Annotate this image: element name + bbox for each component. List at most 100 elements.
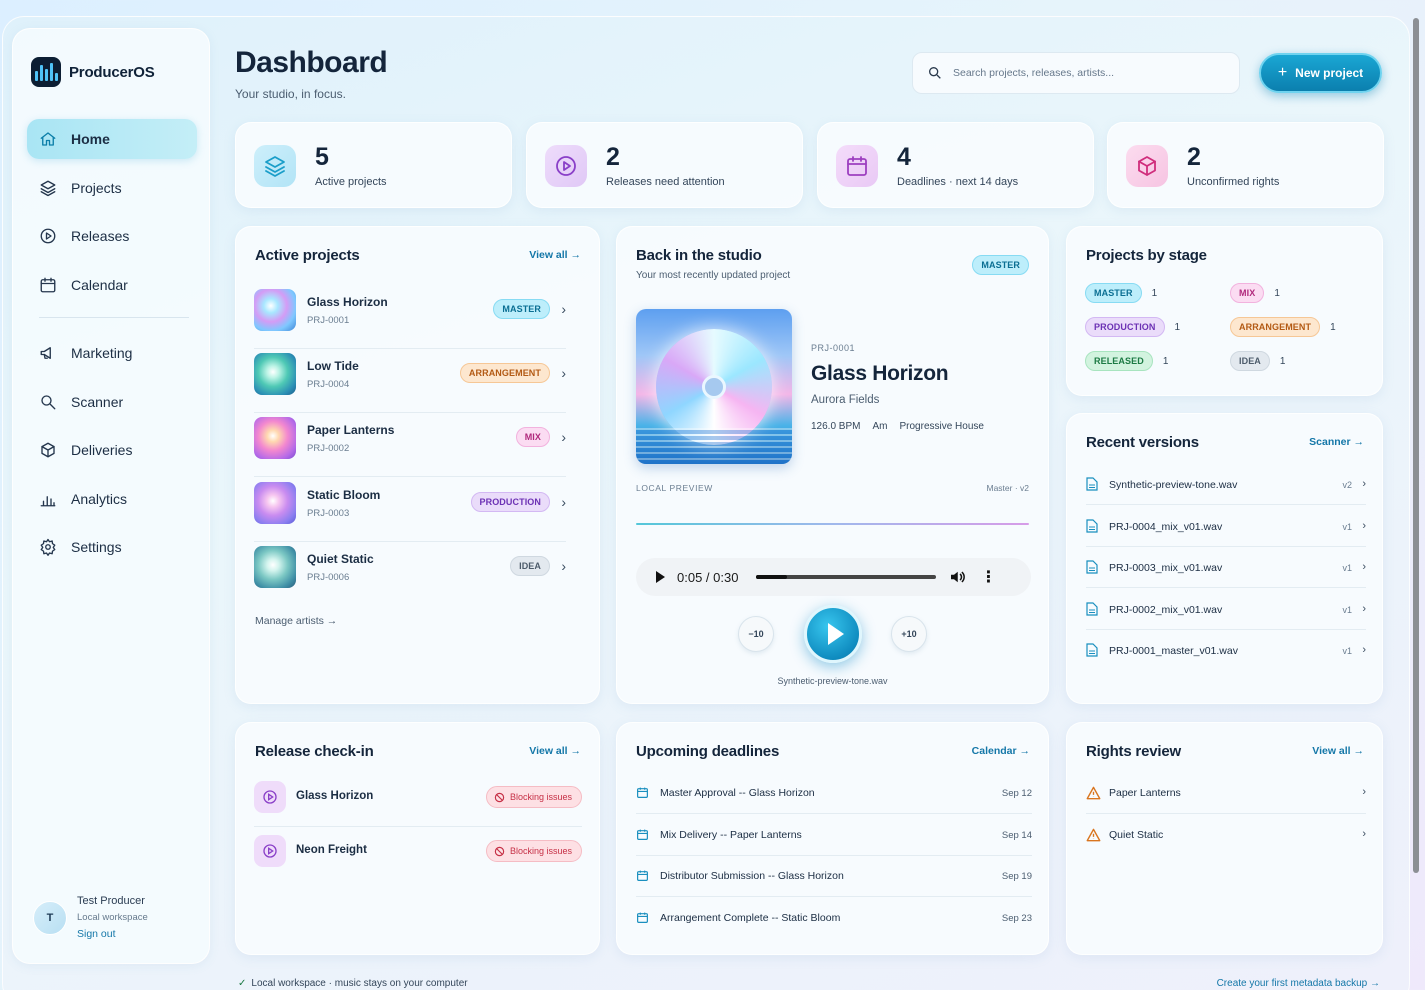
- stage-item[interactable]: PRODUCTION 1: [1085, 317, 1180, 337]
- gear-icon: [40, 538, 56, 556]
- stat-label: Deadlines · next 14 days: [897, 176, 1019, 188]
- card-title: Upcoming deadlines: [636, 743, 780, 760]
- project-row[interactable]: Quiet Static PRJ-0006 IDEA ›: [254, 542, 584, 606]
- scrollbar[interactable]: [1411, 16, 1421, 976]
- stage-item[interactable]: IDEA 1: [1230, 351, 1285, 371]
- manage-artists-link[interactable]: Manage artists →: [255, 615, 337, 627]
- skip-back-button[interactable]: −10: [738, 616, 774, 652]
- home-icon: [40, 132, 56, 146]
- rights-review-card: Rights review View all → Paper Lanterns ›…: [1066, 722, 1383, 955]
- sidebar-item-label: Scanner: [71, 394, 124, 410]
- calendar-link[interactable]: Calendar →: [972, 745, 1030, 757]
- project-row[interactable]: Static Bloom PRJ-0003 PRODUCTION ›: [254, 478, 584, 542]
- stage-item[interactable]: RELEASED 1: [1085, 351, 1168, 371]
- file-icon: [1086, 560, 1098, 574]
- deadline-row[interactable]: Master Approval -- Glass Horizon Sep 12: [636, 773, 1032, 814]
- sidebar: ProducerOS Home Projects Releases Calend…: [12, 28, 210, 964]
- sign-out-link[interactable]: Sign out: [77, 928, 148, 940]
- view-all-link[interactable]: View all →: [529, 745, 581, 757]
- sidebar-item-calendar[interactable]: Calendar: [27, 265, 197, 305]
- version-tag: v1: [1342, 521, 1352, 532]
- version-label: Master · v2: [986, 483, 1029, 493]
- sidebar-item-projects[interactable]: Projects: [27, 168, 197, 208]
- sidebar-item-scanner[interactable]: Scanner: [27, 382, 197, 422]
- play-icon[interactable]: [656, 571, 665, 583]
- version-file-name: PRJ-0004_mix_v01.wav: [1109, 520, 1223, 533]
- stat-card-releases[interactable]: 2 Releases need attention: [526, 122, 803, 208]
- file-icon: [1086, 643, 1098, 657]
- stat-card-rights[interactable]: 2 Unconfirmed rights: [1107, 122, 1384, 208]
- sidebar-item-marketing[interactable]: Marketing: [27, 333, 197, 373]
- rights-row[interactable]: Quiet Static ›: [1086, 815, 1366, 856]
- sidebar-item-releases[interactable]: Releases: [27, 216, 197, 256]
- sidebar-item-deliveries[interactable]: Deliveries: [27, 430, 197, 470]
- release-row[interactable]: Glass Horizon Blocking issues: [254, 773, 582, 827]
- version-file-name: Synthetic-preview-tone.wav: [1109, 479, 1238, 491]
- stage-count: 1: [1162, 355, 1169, 367]
- version-row[interactable]: Synthetic-preview-tone.wav v2 ›: [1086, 464, 1366, 505]
- stat-card-deadlines[interactable]: 4 Deadlines · next 14 days: [817, 122, 1094, 208]
- album-artwork: [636, 309, 792, 464]
- chevron-right-icon: ›: [561, 558, 566, 574]
- scanner-link[interactable]: Scanner →: [1309, 436, 1364, 448]
- skip-forward-button[interactable]: +10: [891, 616, 927, 652]
- deadline-name: Distributor Submission -- Glass Horizon: [660, 870, 844, 882]
- rights-row[interactable]: Paper Lanterns ›: [1086, 773, 1366, 814]
- version-row[interactable]: PRJ-0003_mix_v01.wav v1 ›: [1086, 547, 1366, 588]
- new-project-button[interactable]: + New project: [1259, 53, 1382, 93]
- play-circle-icon: [545, 145, 587, 187]
- file-icon: [1086, 518, 1098, 533]
- chevron-right-icon: ›: [561, 365, 566, 381]
- key: Am: [872, 421, 888, 432]
- stage-item[interactable]: ARRANGEMENT 1: [1230, 317, 1336, 337]
- sidebar-item-analytics[interactable]: Analytics: [27, 479, 197, 519]
- bpm: 126.0 BPM: [811, 421, 861, 432]
- deadline-row[interactable]: Distributor Submission -- Glass Horizon S…: [636, 856, 1032, 897]
- view-all-link[interactable]: View all →: [1312, 745, 1364, 757]
- search-input[interactable]: [953, 67, 1223, 79]
- project-name: Static Bloom: [307, 488, 381, 502]
- project-row[interactable]: Low Tide PRJ-0004 ARRANGEMENT ›: [254, 349, 584, 413]
- view-all-link[interactable]: View all →: [529, 249, 581, 261]
- page-subtitle: Your studio, in focus.: [235, 87, 346, 101]
- cube-icon: [1126, 145, 1168, 187]
- play-circle-icon: [40, 228, 56, 244]
- backup-link[interactable]: Create your first metadata backup →: [1217, 978, 1380, 989]
- chevron-right-icon: ›: [1362, 478, 1366, 490]
- release-row[interactable]: Neon Freight Blocking issues: [254, 827, 582, 881]
- avatar[interactable]: T: [33, 901, 67, 935]
- sidebar-item-label: Calendar: [71, 277, 128, 293]
- deadline-row[interactable]: Arrangement Complete -- Static Bloom Sep …: [636, 898, 1032, 939]
- version-row[interactable]: PRJ-0002_mix_v01.wav v1 ›: [1086, 589, 1366, 630]
- rights-item-name: Quiet Static: [1109, 828, 1164, 841]
- calendar-icon: [637, 829, 648, 840]
- stage-badge: PRODUCTION: [470, 492, 550, 512]
- stat-card-active-projects[interactable]: 5 Active projects: [235, 122, 512, 208]
- calendar-icon: [836, 145, 878, 187]
- workspace-label: Local workspace: [77, 912, 148, 923]
- version-file-name: PRJ-0003_mix_v01.wav: [1109, 562, 1223, 574]
- waveform[interactable]: [636, 523, 1029, 525]
- stage-item[interactable]: MASTER 1: [1085, 283, 1157, 303]
- search-box[interactable]: [912, 52, 1240, 94]
- brand[interactable]: ProducerOS: [31, 57, 155, 87]
- stage-badge: MASTER: [1085, 283, 1142, 303]
- stage-item[interactable]: MIX 1: [1230, 283, 1280, 303]
- sidebar-item-home[interactable]: Home: [27, 119, 197, 159]
- deadline-row[interactable]: Mix Delivery -- Paper Lanterns Sep 14: [636, 815, 1032, 856]
- version-row[interactable]: PRJ-0004_mix_v01.wav v1 ›: [1086, 506, 1366, 547]
- volume-icon[interactable]: [948, 568, 966, 586]
- deadline-date: Sep 14: [1001, 829, 1032, 841]
- version-row[interactable]: PRJ-0001_master_v01.wav v1 ›: [1086, 630, 1366, 671]
- sidebar-item-label: Analytics: [71, 491, 128, 507]
- scrollbar-thumb[interactable]: [1413, 18, 1419, 873]
- active-projects-card: Active projects View all → Glass Horizon…: [235, 226, 600, 704]
- projects-by-stage-card: Projects by stage MASTER 1 MIX 1 PRODUCT…: [1066, 226, 1383, 396]
- more-options-icon[interactable]: ⋮: [980, 567, 996, 587]
- release-checkin-card: Release check-in View all → Glass Horizo…: [235, 722, 600, 955]
- sidebar-item-settings[interactable]: Settings: [27, 527, 197, 567]
- seek-slider[interactable]: [756, 575, 937, 579]
- project-row[interactable]: Glass Horizon PRJ-0001 MASTER ›: [254, 285, 584, 349]
- play-button[interactable]: [804, 605, 862, 663]
- project-row[interactable]: Paper Lanterns PRJ-0002 MIX ›: [254, 413, 584, 477]
